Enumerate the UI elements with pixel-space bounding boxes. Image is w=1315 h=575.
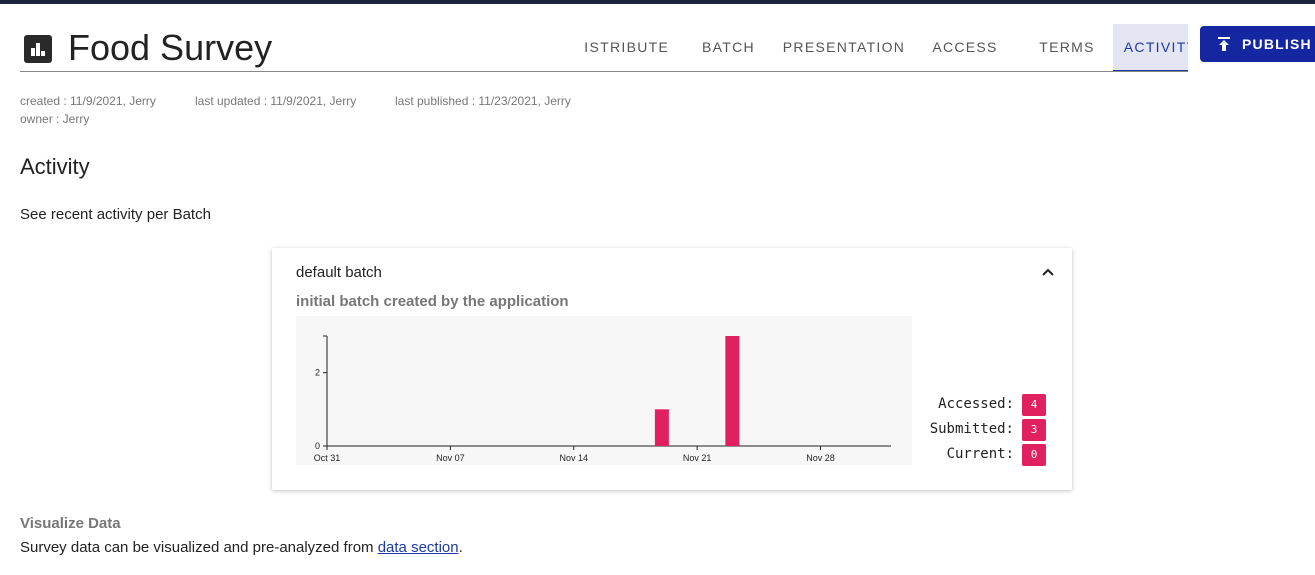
x-tick-label: Oct 31: [314, 453, 341, 463]
batch-card: default batch initial batch created by t…: [272, 248, 1072, 490]
stat-badge: 4: [1022, 394, 1046, 416]
tab-distribute[interactable]: DISTRIBUTE: [585, 24, 691, 72]
stat-label: Current:: [946, 446, 1014, 462]
visualize-title: Visualize Data: [20, 515, 121, 532]
meta-last-updated: last updated : 11/9/2021, Jerry: [195, 94, 357, 108]
stat-label: Accessed:: [938, 396, 1014, 412]
publish-label: PUBLISH: [1242, 36, 1312, 52]
stat-accessed: Accessed: 4: [912, 394, 1072, 416]
tab-batch[interactable]: BATCH: [691, 24, 766, 72]
stat-submitted: Submitted: 3: [912, 419, 1072, 441]
chevron-up-icon[interactable]: [1038, 264, 1058, 280]
x-tick-label: Nov 14: [559, 453, 588, 463]
header: Food Survey DISTRIBUTE BATCH PRESENTATIO…: [20, 24, 1315, 72]
stat-badge: 3: [1022, 419, 1046, 441]
chart-bar: [725, 336, 740, 446]
batch-stats: Accessed: 4 Submitted: 3 Current: 0: [912, 394, 1072, 474]
visualize-text-after: .: [458, 539, 463, 556]
stat-badge: 0: [1022, 444, 1046, 466]
section-title: Activity: [20, 154, 90, 179]
x-tick-label: Nov 21: [683, 453, 712, 463]
bar-chart-icon: [24, 35, 52, 63]
section-description: See recent activity per Batch: [20, 206, 211, 223]
publish-upload-icon: [1218, 37, 1230, 51]
data-section-link[interactable]: data section: [378, 539, 459, 556]
x-tick-label: Nov 07: [436, 453, 465, 463]
header-divider: [20, 71, 1188, 72]
activity-chart: 0 2 Oct 31 Nov 07 Nov 14 Nov 21 Nov 28: [296, 316, 912, 465]
top-accent-bar: [0, 0, 1315, 4]
stat-current: Current: 0: [912, 444, 1072, 466]
tab-bar: DISTRIBUTE BATCH PRESENTATION ACCESS TER…: [585, 24, 1188, 72]
page-title: Food Survey: [68, 27, 273, 68]
y-tick-label: 0: [315, 441, 320, 451]
meta-created: created : 11/9/2021, Jerry: [20, 94, 156, 108]
tab-presentation[interactable]: PRESENTATION: [766, 24, 922, 72]
meta-owner: owner : Jerry: [20, 112, 90, 126]
publish-button[interactable]: PUBLISH: [1200, 26, 1315, 62]
stat-label: Submitted:: [929, 421, 1014, 437]
x-tick-label: Nov 28: [806, 453, 835, 463]
tab-terms[interactable]: TERMS: [1021, 24, 1113, 72]
tab-access[interactable]: ACCESS: [922, 24, 1008, 72]
tab-activity[interactable]: ACTIVITY: [1113, 24, 1188, 72]
chart-bar: [654, 409, 669, 446]
batch-title: default batch: [296, 264, 382, 281]
batch-subtitle: initial batch created by the application: [296, 293, 569, 310]
activity-chart-svg: 0 2 Oct 31 Nov 07 Nov 14 Nov 21 Nov 28: [314, 335, 891, 463]
visualize-text-before: Survey data can be visualized and pre-an…: [20, 539, 378, 556]
meta-last-published: last published : 11/23/2021, Jerry: [395, 94, 571, 108]
y-tick-label: 2: [315, 368, 320, 378]
visualize-text: Survey data can be visualized and pre-an…: [20, 539, 463, 556]
